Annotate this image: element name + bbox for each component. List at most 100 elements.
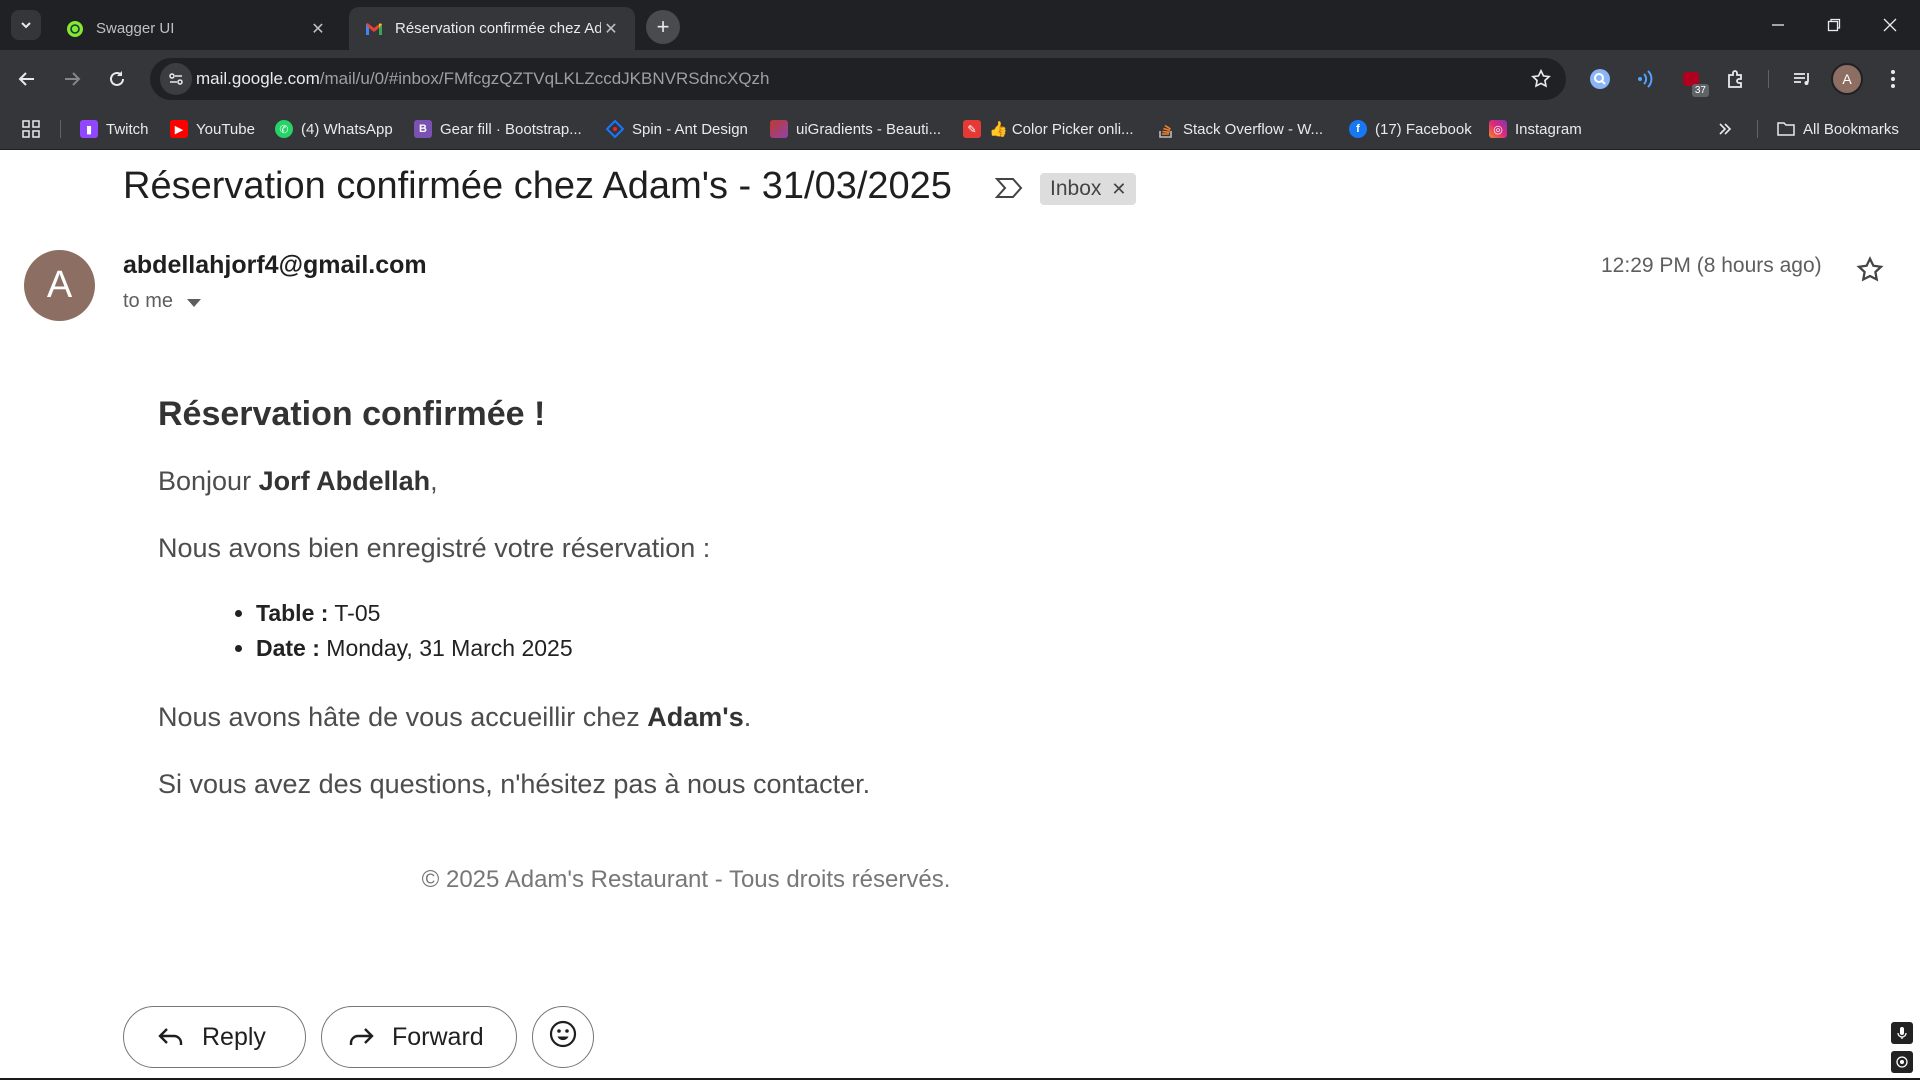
sender-email[interactable]: abdellahjorf4@gmail.com (123, 251, 427, 280)
bookmark-uigradients[interactable]: uiGradients - Beauti... (770, 108, 941, 150)
reply-button[interactable]: Reply (123, 1006, 306, 1068)
minimize-icon (1772, 24, 1784, 26)
target-icon[interactable] (1891, 1051, 1913, 1073)
restaurant-name: Adam's (647, 702, 744, 732)
remove-label-icon[interactable]: ✕ (1111, 179, 1126, 200)
more-menu-icon[interactable] (1877, 63, 1909, 95)
ant-design-icon (606, 120, 624, 138)
closing-suffix: . (743, 702, 752, 732)
browser-toolbar: mail.google.com/mail/u/0/#inbox/FMfcgzQZ… (0, 50, 1920, 108)
emoji-reaction-button[interactable] (532, 1006, 594, 1068)
folder-icon (1777, 120, 1795, 138)
star-icon[interactable] (1855, 255, 1885, 290)
intro-text: Nous avons bien enregistré votre réserva… (158, 533, 711, 563)
bootstrap-icon: B (414, 120, 432, 138)
email-footer: © 2025 Adam's Restaurant - Tous droits r… (421, 866, 951, 893)
bookmark-facebook[interactable]: f (17) Facebook (1349, 108, 1472, 150)
recipient-text: to me (123, 290, 174, 312)
url-path: /mail/u/0/#inbox/FMfcgzQZTVqLKLZccdJKBNV… (319, 69, 770, 88)
url-text: mail.google.com/mail/u/0/#inbox/FMfcgzQZ… (196, 69, 770, 89)
site-info-icon[interactable] (160, 63, 192, 95)
all-bookmarks-label: All Bookmarks (1803, 120, 1899, 138)
gmail-icon (365, 20, 383, 38)
restore-button[interactable] (1806, 0, 1862, 50)
bookmark-label: Gear fill · Bootstrap... (440, 120, 582, 138)
microphone-icon[interactable] (1891, 1022, 1913, 1044)
address-bar[interactable]: mail.google.com/mail/u/0/#inbox/FMfcgzQZ… (150, 58, 1566, 100)
body-heading: Réservation confirmée ! (158, 395, 546, 433)
bookmark-label: 👍 Color Picker onli... (989, 121, 1134, 138)
bookmark-label: uiGradients - Beauti... (796, 120, 942, 138)
arrow-right-icon (65, 72, 81, 86)
inbox-label-chip: Inbox ✕ (1040, 173, 1137, 205)
bookmark-label: (4) WhatsApp (301, 120, 393, 138)
emoji-icon (548, 1019, 578, 1056)
tab-search-button[interactable] (11, 10, 41, 40)
bookmark-stack-overflow[interactable]: Stack Overflow - W... (1157, 108, 1323, 150)
bookmarks-divider (1757, 120, 1758, 138)
closing-prefix: Nous avons hâte de vous accueillir chez (158, 702, 648, 732)
contact-text: Si vous avez des questions, n'hésitez pa… (158, 769, 871, 799)
bookmark-whatsapp[interactable]: ✆ (4) WhatsApp (275, 108, 393, 150)
bookmark-ant-design[interactable]: Spin - Ant Design (606, 108, 748, 150)
more-bookmarks-icon[interactable] (1718, 108, 1732, 150)
forward-button[interactable]: Forward (321, 1006, 517, 1068)
all-bookmarks-button[interactable]: All Bookmarks (1777, 108, 1899, 150)
bookmark-twitch[interactable]: ▮ Twitch (80, 108, 149, 150)
back-button[interactable] (11, 63, 43, 95)
email-timestamp: 12:29 PM (8 hours ago) (1601, 254, 1822, 277)
tab-title: Swagger UI (96, 20, 175, 37)
uigradients-icon (770, 120, 788, 138)
forward-icon (348, 1026, 374, 1048)
tab-strip: Swagger UI ✕ Réservation confirmée chez … (0, 0, 1920, 50)
minimize-button[interactable] (1750, 0, 1806, 50)
bookmark-label: Instagram (1515, 120, 1582, 138)
twitch-icon: ▮ (80, 120, 98, 138)
new-tab-button[interactable]: + (646, 10, 680, 44)
swagger-icon (66, 20, 84, 38)
close-icon[interactable]: ✕ (308, 19, 328, 39)
bookmark-label: Stack Overflow - W... (1183, 120, 1324, 138)
bookmark-color-picker[interactable]: ✎ 👍 Color Picker onli... (963, 108, 1134, 150)
bookmark-star-icon[interactable] (1530, 68, 1552, 95)
reply-icon (158, 1026, 184, 1048)
customer-name: Jorf Abdellah (258, 466, 431, 496)
reload-button[interactable] (101, 63, 133, 95)
media-control-icon[interactable] (1786, 63, 1818, 95)
list-item: Date : Monday, 31 March 2025 (256, 635, 1258, 662)
badge-extension-icon[interactable]: 37 (1675, 63, 1709, 97)
recipient-details[interactable]: to me (123, 290, 202, 313)
tab-swagger[interactable]: Swagger UI ✕ (50, 7, 342, 50)
greeting-prefix: Bonjour (158, 466, 259, 496)
label-important-icon[interactable] (994, 176, 1024, 205)
sender-avatar[interactable]: A (24, 250, 95, 321)
forward-nav-button[interactable] (56, 63, 88, 95)
forward-label: Forward (392, 1022, 484, 1051)
wireless-extension-icon[interactable] (1629, 63, 1661, 95)
bookmark-label: YouTube (196, 120, 255, 138)
email-subject: Réservation confirmée chez Adam's - 31/0… (123, 165, 952, 207)
whatsapp-icon: ✆ (275, 120, 293, 138)
apps-grid-icon[interactable] (22, 108, 40, 150)
closing-text: Nous avons hâte de vous accueillir chez … (158, 702, 1258, 733)
caret-down-icon[interactable] (187, 290, 202, 313)
stack-overflow-icon (1157, 120, 1175, 138)
tab-gmail[interactable]: Réservation confirmée chez Adam's ✕ (349, 7, 635, 50)
extensions-puzzle-icon[interactable] (1720, 63, 1752, 95)
bookmark-label: Spin - Ant Design (632, 120, 748, 138)
close-icon (1883, 18, 1897, 32)
search-extension-icon[interactable] (1584, 63, 1616, 95)
close-icon[interactable]: ✕ (601, 19, 621, 39)
window-close-button[interactable] (1862, 0, 1918, 50)
reload-icon (110, 71, 124, 86)
greeting-suffix: , (430, 466, 438, 496)
url-host: mail.google.com (196, 69, 320, 88)
profile-avatar[interactable]: A (1831, 63, 1863, 95)
bookmark-bootstrap[interactable]: B Gear fill · Bootstrap... (414, 108, 582, 150)
bookmark-youtube[interactable]: ▶ YouTube (170, 108, 255, 150)
table-label: Table : (256, 600, 329, 626)
date-value: Monday, 31 March 2025 (319, 635, 573, 661)
bookmark-label: (17) Facebook (1375, 120, 1472, 138)
bookmark-instagram[interactable]: ◎ Instagram (1489, 108, 1582, 150)
instagram-icon: ◎ (1489, 120, 1507, 138)
